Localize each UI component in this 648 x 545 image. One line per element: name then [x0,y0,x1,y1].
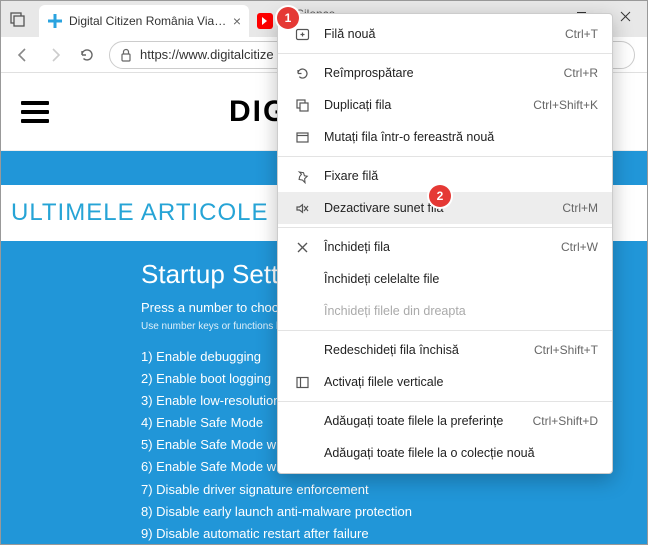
menu-fav-all[interactable]: Adăugați toate filele la preferințeCtrl+… [278,405,612,437]
tab-1[interactable]: Digital Citizen România Viața în × [39,5,249,37]
new-tab-icon [292,27,312,42]
menu-reopen[interactable]: Redeschideți fila închisăCtrl+Shift+T [278,334,612,366]
menu-move-window[interactable]: Mutați fila într-o fereastră nouă [278,121,612,153]
callout-2: 2 [429,185,451,207]
menu-close-right: Închideți filele din dreapta [278,295,612,327]
close-icon [292,240,312,255]
url-text: https://www.digitalcitize [140,47,274,62]
list-item: 9) Disable automatic restart after failu… [141,523,647,544]
list-item: 7) Disable driver signature enforcement [141,479,647,501]
mute-icon [292,201,312,216]
refresh-button[interactable] [71,39,103,71]
menu-vertical-tabs[interactable]: Activați filele verticale [278,366,612,398]
menu-close-others[interactable]: Închideți celelalte file [278,263,612,295]
duplicate-icon [292,98,312,113]
tab-close-icon[interactable]: × [233,13,241,29]
youtube-icon [257,13,273,29]
menu-new-tab[interactable]: Filă nouăCtrl+T [278,18,612,50]
pin-icon [292,169,312,184]
vertical-tabs-icon [292,375,312,390]
list-item: 8) Disable early launch anti-malware pro… [141,501,647,523]
callout-1: 1 [277,7,299,29]
tab-title: Digital Citizen România Viața în [69,14,227,28]
tab-actions-icon[interactable] [1,1,35,37]
menu-duplicate[interactable]: Duplicați filaCtrl+Shift+K [278,89,612,121]
forward-button [39,39,71,71]
menu-close-tab[interactable]: Închideți filaCtrl+W [278,231,612,263]
menu-collection-all[interactable]: Adăugați toate filele la o colecție nouă [278,437,612,469]
back-button[interactable] [7,39,39,71]
tab-context-menu: Filă nouăCtrl+T ReîmprospătareCtrl+R Dup… [277,13,613,474]
menu-reload[interactable]: ReîmprospătareCtrl+R [278,57,612,89]
lock-icon [120,48,132,62]
hamburger-icon[interactable] [21,101,49,123]
reload-icon [292,66,312,81]
favicon-cross-icon [47,13,63,29]
window-icon [292,130,312,145]
